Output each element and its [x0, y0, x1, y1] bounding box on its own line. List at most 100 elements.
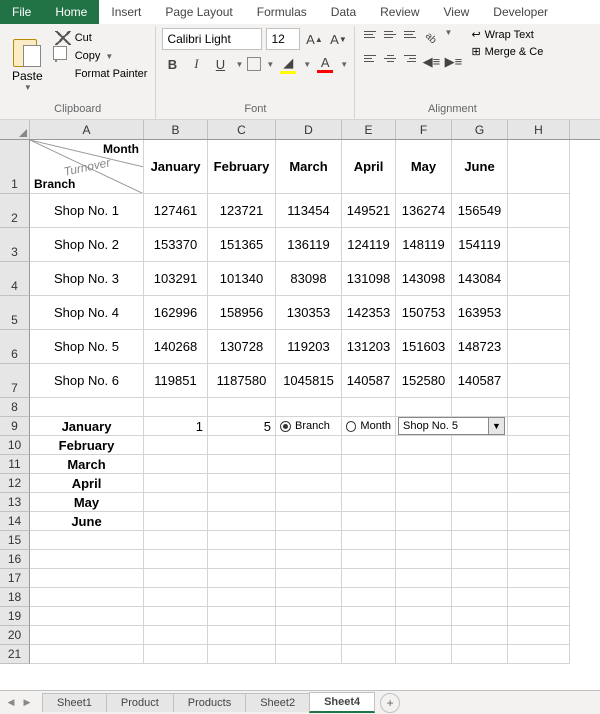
cell-G16[interactable] [452, 550, 508, 569]
cell-C9[interactable]: 5 [208, 417, 276, 436]
row-header-2[interactable]: 2 [0, 194, 30, 228]
cell-C8[interactable] [208, 398, 276, 417]
cell-A9[interactable]: January [30, 417, 144, 436]
merge-button[interactable]: ⊞Merge & Ce [471, 45, 543, 58]
cell-F10[interactable] [396, 436, 452, 455]
sheet-nav-prev[interactable]: ◀ [4, 696, 18, 710]
cell-G19[interactable] [452, 607, 508, 626]
row-header-13[interactable]: 13 [0, 493, 30, 512]
row-header-11[interactable]: 11 [0, 455, 30, 474]
cell-E16[interactable] [342, 550, 396, 569]
cell-G7[interactable]: 140587 [452, 364, 508, 398]
cell-B20[interactable] [144, 626, 208, 645]
cell-D1[interactable]: March [276, 140, 342, 194]
cell-F21[interactable] [396, 645, 452, 664]
row-header-1[interactable]: 1 [0, 140, 30, 194]
borders-button[interactable] [247, 57, 261, 71]
row-header-9[interactable]: 9 [0, 417, 30, 436]
paste-button[interactable]: Paste ▼ [6, 28, 49, 101]
row-header-16[interactable]: 16 [0, 550, 30, 569]
cell-H20[interactable] [508, 626, 570, 645]
cell-F15[interactable] [396, 531, 452, 550]
cell-E6[interactable]: 131203 [342, 330, 396, 364]
cell-E8[interactable] [342, 398, 396, 417]
cell-D8[interactable] [276, 398, 342, 417]
cell-B16[interactable] [144, 550, 208, 569]
cell-B1[interactable]: January [144, 140, 208, 194]
cell-E20[interactable] [342, 626, 396, 645]
cell-C16[interactable] [208, 550, 276, 569]
cell-E9[interactable]: Month [342, 417, 396, 436]
cell-B7[interactable]: 119851 [144, 364, 208, 398]
cell-C13[interactable] [208, 493, 276, 512]
tab-formulas[interactable]: Formulas [245, 0, 319, 24]
cell-B14[interactable] [144, 512, 208, 531]
col-header-D[interactable]: D [276, 120, 342, 139]
cell-B8[interactable] [144, 398, 208, 417]
cell-D16[interactable] [276, 550, 342, 569]
cell-C14[interactable] [208, 512, 276, 531]
sheet-nav-next[interactable]: ▶ [20, 696, 34, 710]
cell-D17[interactable] [276, 569, 342, 588]
row-header-4[interactable]: 4 [0, 262, 30, 296]
cell-C12[interactable] [208, 474, 276, 493]
tab-review[interactable]: Review [368, 0, 431, 24]
cell-D2[interactable]: 113454 [276, 194, 342, 228]
cell-H18[interactable] [508, 588, 570, 607]
cell-F8[interactable] [396, 398, 452, 417]
cell-G18[interactable] [452, 588, 508, 607]
cell-D18[interactable] [276, 588, 342, 607]
cell-C11[interactable] [208, 455, 276, 474]
cell-E1[interactable]: April [342, 140, 396, 194]
cell-A8[interactable] [30, 398, 144, 417]
cell-B15[interactable] [144, 531, 208, 550]
cell-H4[interactable] [508, 262, 570, 296]
cell-C20[interactable] [208, 626, 276, 645]
cell-G6[interactable]: 148723 [452, 330, 508, 364]
col-header-E[interactable]: E [342, 120, 396, 139]
row-header-3[interactable]: 3 [0, 228, 30, 262]
cell-G5[interactable]: 163953 [452, 296, 508, 330]
cell-F12[interactable] [396, 474, 452, 493]
align-right-button[interactable] [401, 52, 419, 70]
cell-E3[interactable]: 124119 [342, 228, 396, 262]
tab-data[interactable]: Data [319, 0, 368, 24]
align-center-button[interactable] [381, 52, 399, 70]
cell-F19[interactable] [396, 607, 452, 626]
tab-developer[interactable]: Developer [481, 0, 560, 24]
select-all-corner[interactable] [0, 120, 30, 139]
cell-F2[interactable]: 136274 [396, 194, 452, 228]
cell-H14[interactable] [508, 512, 570, 531]
cell-C6[interactable]: 130728 [208, 330, 276, 364]
col-header-G[interactable]: G [452, 120, 508, 139]
cell-E18[interactable] [342, 588, 396, 607]
cell-C17[interactable] [208, 569, 276, 588]
italic-button[interactable]: I [186, 54, 206, 74]
cell-D11[interactable] [276, 455, 342, 474]
row-header-6[interactable]: 6 [0, 330, 30, 364]
cell-D14[interactable] [276, 512, 342, 531]
cell-B11[interactable] [144, 455, 208, 474]
increase-indent-button[interactable]: ▶≡ [443, 52, 463, 72]
cell-H12[interactable] [508, 474, 570, 493]
cell-H16[interactable] [508, 550, 570, 569]
sheet-tab-sheet2[interactable]: Sheet2 [245, 693, 310, 712]
cell-B21[interactable] [144, 645, 208, 664]
cell-A15[interactable] [30, 531, 144, 550]
cell-A21[interactable] [30, 645, 144, 664]
cell-D15[interactable] [276, 531, 342, 550]
cell-E12[interactable] [342, 474, 396, 493]
row-header-12[interactable]: 12 [0, 474, 30, 493]
cell-C3[interactable]: 151365 [208, 228, 276, 262]
tab-insert[interactable]: Insert [99, 0, 153, 24]
cell-F6[interactable]: 151603 [396, 330, 452, 364]
cell-E19[interactable] [342, 607, 396, 626]
cell-H3[interactable] [508, 228, 570, 262]
row-header-17[interactable]: 17 [0, 569, 30, 588]
align-top-button[interactable] [361, 28, 379, 46]
cell-H13[interactable] [508, 493, 570, 512]
cell-D12[interactable] [276, 474, 342, 493]
cell-E2[interactable]: 149521 [342, 194, 396, 228]
underline-button[interactable]: U [210, 54, 230, 74]
cell-D21[interactable] [276, 645, 342, 664]
